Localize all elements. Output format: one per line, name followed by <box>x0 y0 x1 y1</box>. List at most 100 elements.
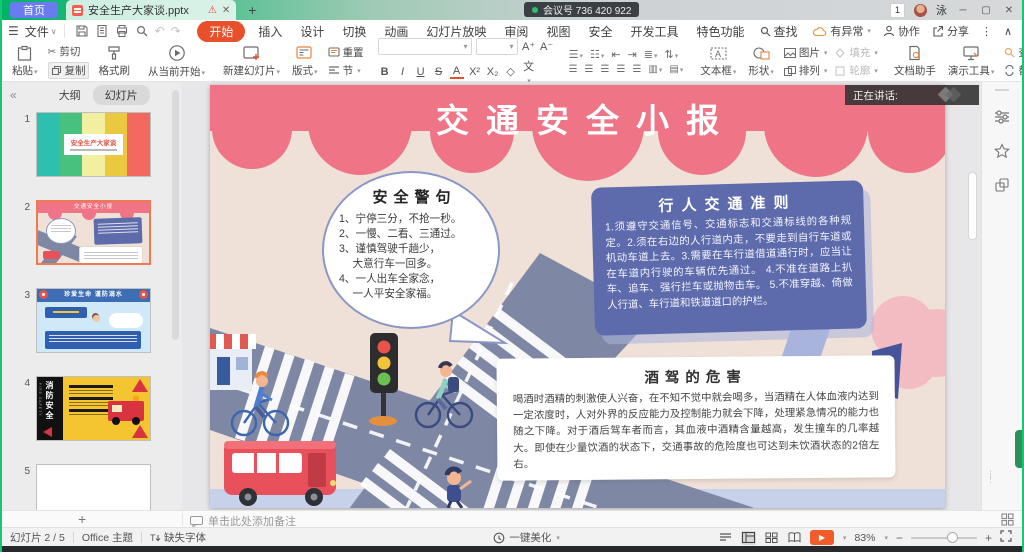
slide-thumbnail-1[interactable]: 1 安全生产大家谈 <box>2 112 182 177</box>
print-icon[interactable] <box>115 24 129 38</box>
font-grow-button[interactable]: A⁺ <box>522 40 536 53</box>
shapes-button[interactable]: 形状▾ <box>742 42 780 81</box>
zoom-level[interactable]: 83% <box>854 532 875 544</box>
bold-button[interactable]: B <box>378 66 392 78</box>
rail-handle[interactable] <box>995 89 1009 91</box>
tab-devtools[interactable]: 开发工具 <box>621 21 687 42</box>
slide-title[interactable]: 交通安全小报 <box>210 94 945 142</box>
picture-button[interactable]: 图片▾ <box>784 45 828 60</box>
distribute-button[interactable]: ☰ <box>632 64 641 75</box>
meeting-pill[interactable]: 会议号 736 420 922 <box>524 2 639 17</box>
avatar[interactable] <box>914 4 927 17</box>
tab-features[interactable]: 特色功能 <box>687 21 753 42</box>
object-properties-icon[interactable] <box>994 109 1010 125</box>
beautify-button[interactable]: 一键美化▾ <box>493 530 560 545</box>
underline-button[interactable]: U <box>414 66 428 78</box>
menu-find[interactable]: 查找 <box>760 23 798 40</box>
slide-thumbnail-3[interactable]: 3 珍爱生命 谨防溺水 <box>2 288 182 353</box>
align-left-button[interactable]: ☰ <box>569 64 578 75</box>
text-direction-button[interactable]: ⇅▾ <box>665 48 679 61</box>
justify-button[interactable]: ☰ <box>616 64 625 75</box>
strike-button[interactable]: S <box>432 66 446 78</box>
text-align-vertical-button[interactable]: ▤▾ <box>669 64 683 75</box>
cut-button[interactable]: ✂剪切 <box>48 44 89 59</box>
outdent-button[interactable]: ⇤ <box>611 48 620 61</box>
textbox-button[interactable]: A 文本框▾ <box>694 42 742 81</box>
slides-tab[interactable]: 幻灯片 <box>93 85 150 105</box>
save-icon[interactable] <box>75 24 89 38</box>
print-preview-icon[interactable] <box>135 24 149 38</box>
add-slide-button[interactable]: + <box>78 511 86 527</box>
undo-icon[interactable]: ↶ <box>155 24 165 38</box>
more-icon[interactable]: ⋮ <box>981 25 992 38</box>
font-color-button[interactable]: A <box>450 65 464 79</box>
tab-home[interactable]: 开始 <box>197 21 245 42</box>
subscript-button[interactable]: X₂ <box>486 66 500 78</box>
section-button[interactable]: 节▾ <box>328 63 364 78</box>
font-size-select[interactable]: ▾ <box>476 38 518 55</box>
minimize-button[interactable]: ─ <box>956 5 970 16</box>
align-right-button[interactable]: ☰ <box>601 64 610 75</box>
close-button[interactable]: ✕ <box>1002 5 1016 16</box>
zoom-slider-knob[interactable] <box>947 532 958 543</box>
maximize-button[interactable]: ▢ <box>979 5 993 16</box>
redo-icon[interactable]: ↷ <box>171 24 181 38</box>
superscript-button[interactable]: X² <box>468 66 482 78</box>
zoom-slider[interactable] <box>911 537 977 539</box>
copy-button[interactable]: 复制 <box>48 62 89 79</box>
collaborate-button[interactable]: 协作 <box>883 23 920 39</box>
main-scrollbar[interactable] <box>968 172 977 240</box>
effects-star-icon[interactable] <box>994 143 1010 159</box>
floating-app-tab[interactable] <box>1015 430 1022 468</box>
arrange-button[interactable]: 排列▾ <box>784 63 828 78</box>
font-name-select[interactable]: ▾ <box>378 38 472 55</box>
outline-tab[interactable]: 大纲 <box>59 87 81 103</box>
numbering-button[interactable]: ☷▾ <box>590 48 604 61</box>
zoom-out-button[interactable]: − <box>896 531 903 545</box>
tab-security[interactable]: 安全 <box>579 21 621 42</box>
share-button[interactable]: 分享 <box>932 23 969 39</box>
slide-sorter-icon[interactable] <box>764 531 779 545</box>
safety-slogans-bubble[interactable]: 安全警句 1、宁停三分，不抢一秒。 2、一慢、二看、三通过。 3、谨慎驾驶千趟少… <box>322 171 500 329</box>
align-center-button[interactable]: ☰ <box>585 64 594 75</box>
clear-format-button[interactable]: ◇ <box>504 65 518 78</box>
hamburger-icon[interactable]: ☰ <box>8 24 19 38</box>
slide-canvas[interactable]: 交通安全小报 安全警句 1、宁停三分，不抢一秒。 2、一慢、二看、三通过。 3、… <box>210 85 945 508</box>
home-tab[interactable]: 首页 <box>10 2 58 18</box>
italic-button[interactable]: I <box>396 66 410 78</box>
paste-button[interactable]: 粘贴▾ <box>6 42 44 81</box>
play-slideshow-button[interactable]: ▶ <box>810 530 834 545</box>
drunk-driving-box[interactable]: 酒驾的危害 喝酒时酒精的刺激使人兴奋，在不知不觉中就会喝多，当酒精在人体血液内达… <box>496 355 895 480</box>
document-tab[interactable]: 安全生产大家谈.pptx ⚠ ✕ <box>66 0 236 20</box>
columns-button[interactable]: ▥▾ <box>648 64 662 75</box>
bullets-button[interactable]: ☰▾ <box>569 48 583 61</box>
slide-thumbnail-4[interactable]: 4 FIRE SAFETY 消防安全 <box>2 376 182 441</box>
slide-thumbnail-2-selected[interactable]: 2 交通安全小报 <box>2 200 182 265</box>
normal-view-icon[interactable] <box>741 531 756 545</box>
layers-icon[interactable] <box>994 177 1010 193</box>
doc-assistant-button[interactable]: 文档助手 <box>888 42 942 81</box>
missing-font-indicator[interactable]: T 缺失字体 <box>150 530 206 545</box>
cloud-status[interactable]: 有异常▾ <box>812 23 871 39</box>
line-spacing-button[interactable]: ≣▾ <box>644 48 658 61</box>
file-menu[interactable]: 文件 <box>25 23 49 40</box>
tab-transition[interactable]: 切换 <box>333 21 375 42</box>
output-icon[interactable] <box>95 24 109 38</box>
new-slide-button[interactable]: 新建幻灯片▾ <box>217 42 286 81</box>
reading-view-icon[interactable] <box>787 531 802 545</box>
zoom-in-button[interactable]: + <box>985 531 992 545</box>
sidebar-scrollbar[interactable] <box>172 90 179 340</box>
notification-badge[interactable]: 1 <box>890 3 905 18</box>
presentation-tools-button[interactable]: 演示工具▾ <box>942 42 1001 81</box>
pedestrian-rules-box[interactable]: 行人交通准则 1.须遵守交通信号、交通标志和交通标线的各种规定。2.须在右边的人… <box>591 180 867 336</box>
layout-button[interactable]: 版式▾ <box>286 42 324 81</box>
collapse-ribbon-icon[interactable]: ∧ <box>1004 25 1012 38</box>
reset-button[interactable]: 重置 <box>328 45 364 60</box>
fit-screen-icon[interactable] <box>1000 530 1012 545</box>
theme-name[interactable]: Office 主题 <box>82 530 133 545</box>
indent-button[interactable]: ⇥ <box>628 48 637 61</box>
collapse-panel-icon[interactable]: « <box>10 88 17 102</box>
tab-design[interactable]: 设计 <box>291 21 333 42</box>
format-painter-button[interactable]: 格式刷 <box>93 42 137 81</box>
slide-thumbnail-5[interactable]: 5 <box>2 464 182 510</box>
